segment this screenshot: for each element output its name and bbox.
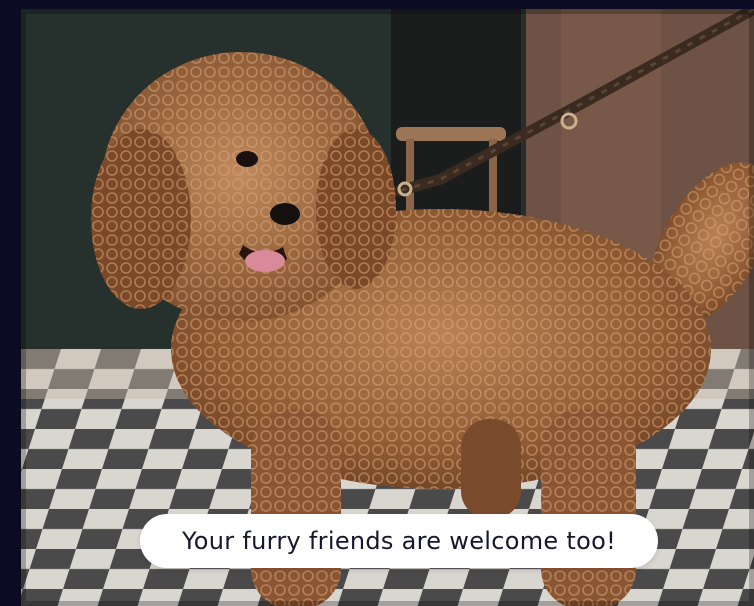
photo-caption: Your furry friends are welcome too! (181, 527, 617, 555)
page-frame: Your furry friends are welcome too! (0, 0, 754, 606)
caption-pill: Your furry friends are welcome too! (140, 514, 658, 568)
